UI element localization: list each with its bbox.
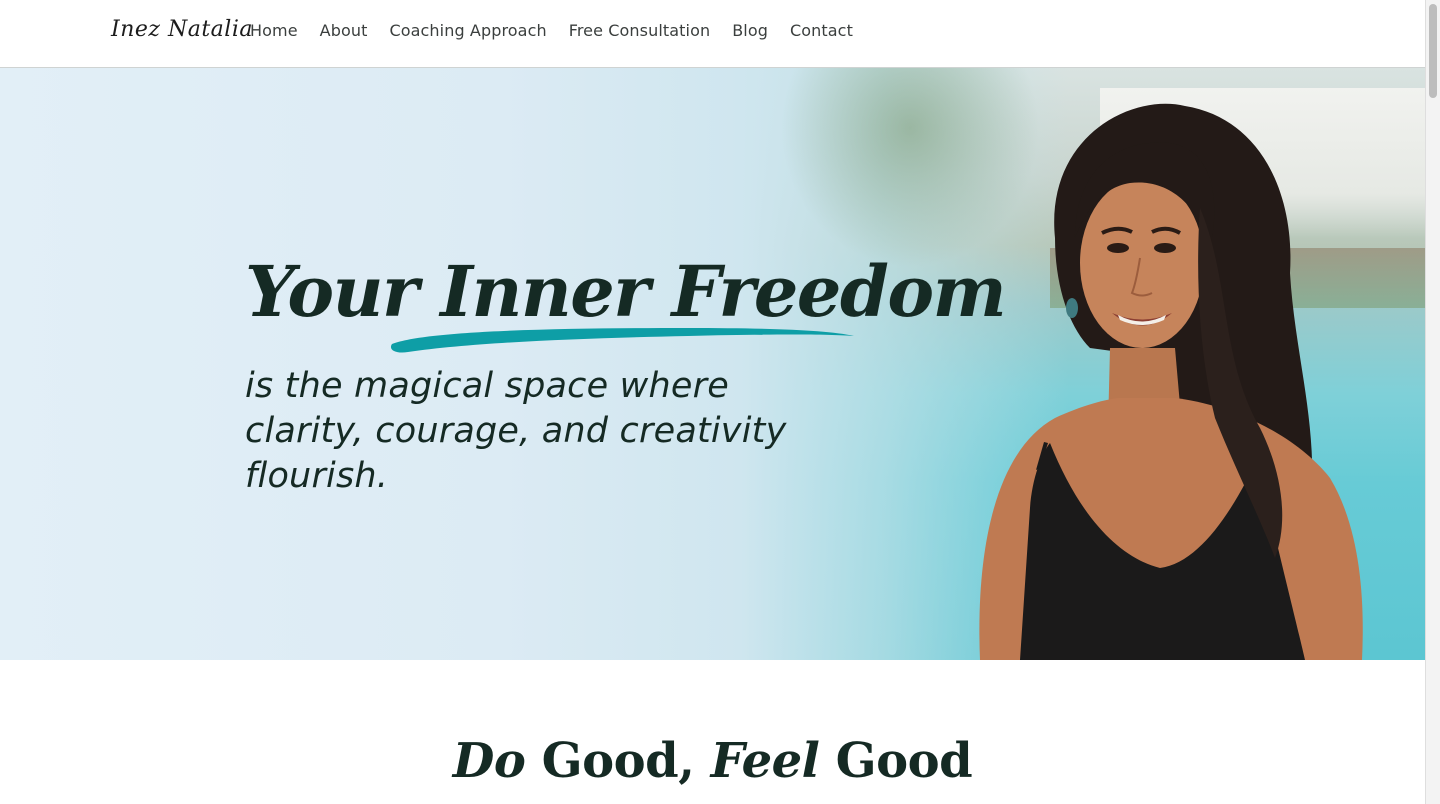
- site-header: Inez Natalia Home About Coaching Approac…: [0, 0, 1425, 68]
- section-title-good-2: Good: [819, 733, 973, 789]
- hero-headline: Your Inner Freedom: [245, 250, 1007, 333]
- hero-portrait-image: [979, 103, 1363, 660]
- nav-link-home[interactable]: Home: [250, 21, 298, 40]
- hero-section: Your Inner Freedom is the magical space …: [0, 68, 1425, 660]
- section-title-do: Do: [452, 733, 526, 789]
- section-title-feel: Feel: [710, 733, 820, 789]
- page: Inez Natalia Home About Coaching Approac…: [0, 0, 1440, 804]
- scrollbar-thumb[interactable]: [1429, 4, 1437, 98]
- section-title: Do Good, Feel Good: [0, 733, 1425, 789]
- page-scrollbar[interactable]: [1425, 0, 1440, 804]
- site-logo[interactable]: Inez Natalia: [111, 17, 253, 42]
- hero-subhead: is the magical space where clarity, cour…: [245, 366, 787, 496]
- nav-link-free-consultation[interactable]: Free Consultation: [569, 21, 711, 40]
- nav-link-coaching-approach[interactable]: Coaching Approach: [389, 21, 546, 40]
- section-title-good-1: Good,: [525, 733, 711, 789]
- nav-link-about[interactable]: About: [320, 21, 368, 40]
- nav-link-blog[interactable]: Blog: [732, 21, 768, 40]
- headline-brush-underline: [390, 328, 854, 353]
- main-nav: Home About Coaching Approach Free Consul…: [250, 21, 875, 40]
- nav-link-contact[interactable]: Contact: [790, 21, 853, 40]
